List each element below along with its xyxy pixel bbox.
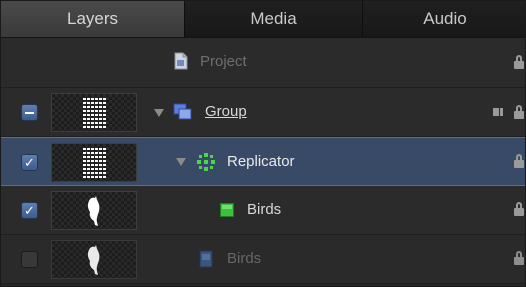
tab-bar: Layers Media Audio	[1, 1, 525, 38]
layer-label-group: Group	[205, 103, 247, 120]
layer-row-group[interactable]: Group	[1, 88, 525, 137]
green-square-icon	[220, 203, 234, 222]
document-icon	[174, 52, 188, 75]
disclosure-triangle-icon[interactable]	[176, 158, 186, 166]
layer-label-replicator: Replicator	[227, 153, 295, 170]
group-visibility-checkbox[interactable]	[21, 104, 38, 121]
tab-layers[interactable]: Layers	[1, 1, 185, 37]
layer-row-birds-image[interactable]: Birds	[1, 235, 525, 284]
tab-audio[interactable]: Audio	[363, 1, 525, 37]
disclosure-triangle-icon[interactable]	[154, 109, 164, 117]
layer-list: Project Group ✓ Replicator ✓ Birds Birds	[1, 38, 525, 284]
lock-icon[interactable]	[514, 251, 524, 265]
layer-label-birds-emitter: Birds	[247, 201, 282, 218]
birds-image-thumbnail	[51, 240, 137, 279]
group-layers-icon	[173, 103, 193, 126]
layer-row-birds-emitter[interactable]: ✓ Birds	[1, 186, 525, 235]
birds-emitter-thumbnail	[51, 191, 137, 230]
layers-panel: Layers Media Audio Project Group ✓ Repli…	[0, 0, 526, 287]
lock-icon[interactable]	[514, 105, 524, 119]
layer-label-birds-image: Birds	[227, 250, 262, 267]
tab-media[interactable]: Media	[185, 1, 363, 37]
birds-image-visibility-checkbox[interactable]	[21, 251, 38, 268]
lock-icon[interactable]	[514, 154, 524, 168]
group-link-icon[interactable]	[493, 105, 509, 117]
birds-emitter-visibility-checkbox[interactable]: ✓	[21, 202, 38, 219]
lock-icon[interactable]	[514, 202, 524, 216]
layer-row-project[interactable]: Project	[1, 38, 525, 88]
lock-icon[interactable]	[514, 55, 524, 69]
image-file-icon	[199, 250, 213, 273]
replicator-icon	[195, 151, 217, 178]
layer-label-project: Project	[200, 53, 247, 70]
replicator-thumbnail	[51, 143, 137, 182]
group-thumbnail	[51, 93, 137, 132]
layer-row-replicator[interactable]: ✓ Replicator	[1, 137, 525, 186]
replicator-visibility-checkbox[interactable]: ✓	[21, 154, 38, 171]
